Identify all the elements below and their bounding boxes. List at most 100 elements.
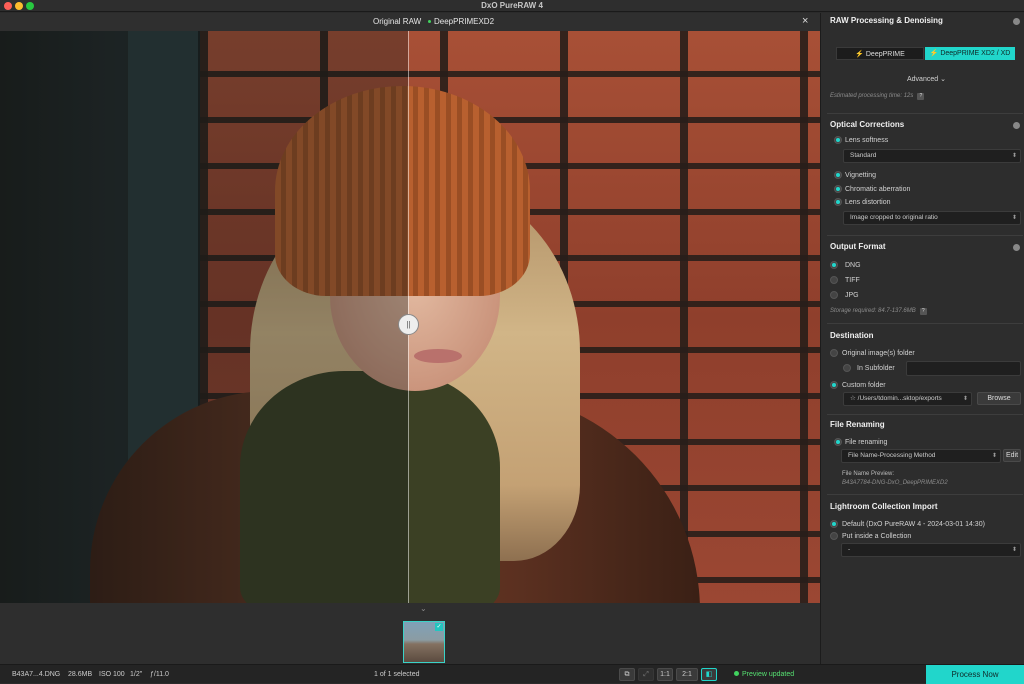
help-icon[interactable]: ? — [917, 93, 925, 100]
selection-count: 1 of 1 selected — [374, 671, 420, 678]
lens-softness-select[interactable]: Standard ⬍ — [843, 149, 1021, 163]
jpg-label: JPG — [845, 292, 859, 299]
select-arrow-icon: ⬍ — [991, 453, 997, 459]
divider — [827, 494, 1023, 495]
bolt-icon: ⚡ — [929, 50, 939, 57]
split-handle-icon[interactable]: || — [398, 314, 419, 335]
close-compare-icon[interactable]: × — [802, 15, 808, 27]
subfolder-label: In Subfolder — [857, 365, 895, 372]
storage-required: Storage required: 84.7-137.6MB? — [830, 308, 927, 315]
aperture-value: ƒ/11.0 — [150, 671, 169, 678]
zoom-2-1-select[interactable]: 2:1 — [676, 668, 698, 681]
custom-folder-radio[interactable] — [830, 381, 838, 389]
chevron-down-icon: ⌄ — [940, 76, 946, 83]
image-viewer: Original RAW DeepPRIMEXD2 × || ⌄ ✓ — [0, 13, 820, 683]
subfolder-toggle[interactable] — [843, 364, 851, 372]
lens-softness-toggle[interactable] — [834, 136, 842, 144]
custom-folder-path[interactable]: ☆ /Users/tdomin...sktop/exports ⬍ — [843, 392, 972, 406]
divider — [827, 414, 1023, 415]
file-renaming-label: File renaming — [845, 439, 888, 446]
dng-label: DNG — [845, 262, 861, 269]
vignetting-toggle[interactable] — [834, 171, 842, 179]
green-dot-icon — [428, 20, 431, 24]
title-bar: DxO PureRAW 4 — [0, 0, 1024, 12]
zoom-1-1-button[interactable]: 1:1 — [657, 668, 673, 681]
window-title: DxO PureRAW 4 — [481, 1, 543, 10]
star-icon: ☆ — [850, 395, 856, 402]
inside-collection-label: Put inside a Collection — [842, 533, 912, 540]
split-view-icon[interactable]: ◧ — [701, 668, 717, 681]
default-collection-label: Default (DxO PureRAW 4 - 2024-03-01 14:3… — [842, 521, 985, 528]
preview-status: Preview updated — [734, 671, 794, 678]
lens-softness-value: Standard — [850, 152, 877, 159]
distortion-toggle[interactable] — [834, 198, 842, 206]
info-dot-icon[interactable] — [1013, 18, 1020, 25]
deepprime-option[interactable]: ⚡ DeepPRIME — [836, 47, 924, 60]
estimated-time-label: Estimated processing time: — [830, 93, 903, 99]
fit-icon[interactable]: ⤢ — [638, 668, 654, 681]
renaming-method-value: File Name-Processing Method — [848, 452, 936, 459]
original-folder-radio[interactable] — [830, 349, 838, 357]
deepprime-xd2-option[interactable]: ⚡ DeepPRIME XD2 / XD — [925, 47, 1015, 60]
estimated-time: Estimated processing time: 12s? — [830, 93, 925, 100]
chromatic-label: Chromatic aberration — [845, 186, 911, 193]
storage-text: Storage required: 84.7-137.6MB — [830, 308, 916, 314]
browse-button[interactable]: Browse — [977, 392, 1021, 405]
info-dot-icon[interactable] — [1013, 244, 1020, 251]
file-renaming-toggle[interactable] — [834, 438, 842, 446]
checkmark-icon[interactable]: ✓ — [435, 623, 443, 631]
collection-value: - — [848, 546, 851, 553]
shutter-value: 1/2" — [130, 671, 143, 678]
status-bar: B43A7...4.DNG 28.6MB ISO 100 1/2" ƒ/11.0… — [0, 664, 1024, 684]
lightroom-section-title: Lightroom Collection Import — [830, 502, 938, 511]
lens-softness-label: Lens softness — [845, 137, 889, 144]
file-name-preview-value: B43A7784-DNG-DxO_DeepPRIMEXD2 — [842, 480, 948, 486]
raw-section-title: RAW Processing & Denoising — [830, 16, 943, 25]
original-folder-label: Original image(s) folder — [842, 350, 915, 357]
chevron-down-icon[interactable]: ⌄ — [420, 604, 427, 613]
select-arrow-icon: ⬍ — [1011, 153, 1017, 159]
divider — [827, 113, 1023, 114]
photo-preview[interactable]: || — [0, 31, 820, 603]
renaming-section-title: File Renaming — [830, 420, 885, 429]
compare-icon[interactable]: ⧉ — [619, 668, 635, 681]
select-arrow-icon: ⬍ — [1011, 547, 1017, 553]
preview-status-text: Preview updated — [742, 671, 795, 678]
tiff-toggle[interactable] — [830, 276, 838, 284]
default-collection-radio[interactable] — [830, 520, 838, 528]
divider — [827, 235, 1023, 236]
original-raw-label: Original RAW — [373, 17, 422, 26]
collection-select[interactable]: - ⬍ — [841, 543, 1021, 557]
processed-label: DeepPRIMEXD2 — [428, 17, 494, 26]
custom-folder-path-text: /Users/tdomin...sktop/exports — [857, 395, 942, 402]
chromatic-toggle[interactable] — [834, 185, 842, 193]
output-section-title: Output Format — [830, 242, 886, 251]
subfolder-input[interactable] — [906, 361, 1021, 376]
edit-button[interactable]: Edit — [1003, 449, 1021, 462]
select-arrow-icon: ⬍ — [962, 396, 968, 402]
deepprime-label: DeepPRIME — [865, 51, 905, 58]
process-now-button[interactable]: Process Now — [926, 665, 1024, 684]
select-arrow-icon: ⬍ — [1011, 215, 1017, 221]
deepprime-xd2-label: DeepPRIME XD2 / XD — [940, 50, 1011, 57]
advanced-toggle[interactable]: Advanced ⌄ — [907, 75, 946, 83]
iso-value: ISO 100 — [99, 671, 125, 678]
distortion-label: Lens distortion — [845, 199, 891, 206]
info-dot-icon[interactable] — [1013, 122, 1020, 129]
distortion-select[interactable]: Image cropped to original ratio ⬍ — [843, 211, 1021, 225]
help-icon[interactable]: ? — [919, 308, 927, 315]
advanced-label: Advanced — [907, 76, 939, 83]
renaming-method-select[interactable]: File Name-Processing Method ⬍ — [841, 449, 1001, 463]
tiff-label: TIFF — [845, 277, 860, 284]
filmstrip-thumbnail[interactable]: ✓ — [403, 621, 445, 663]
file-name-preview-label: File Name Preview: — [842, 471, 895, 477]
inside-collection-radio[interactable] — [830, 532, 838, 540]
distortion-value: Image cropped to original ratio — [850, 214, 938, 221]
estimated-time-value: 12s — [903, 93, 914, 99]
vignetting-label: Vignetting — [845, 172, 877, 179]
jpg-toggle[interactable] — [830, 291, 838, 299]
divider — [827, 323, 1023, 324]
processed-label-text: DeepPRIMEXD2 — [434, 17, 495, 26]
status-dot-icon — [734, 671, 739, 676]
dng-toggle[interactable] — [830, 261, 838, 269]
